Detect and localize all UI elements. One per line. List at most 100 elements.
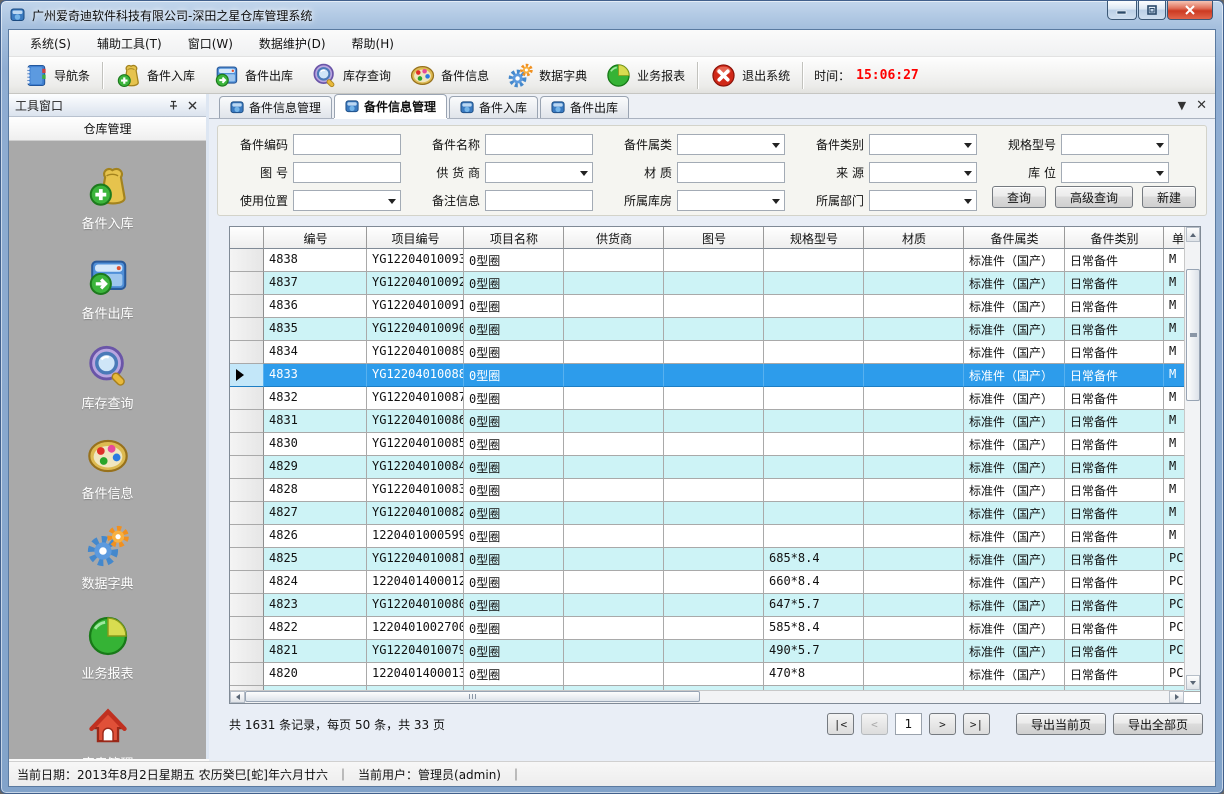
menu-item[interactable]: 窗口(W) — [175, 31, 246, 56]
row-selector-cell[interactable] — [230, 387, 264, 410]
table-cell[interactable]: 0型圈 — [464, 571, 564, 594]
table-cell[interactable]: 0型圈 — [464, 387, 564, 410]
advanced-search-button[interactable]: 高级查询 — [1055, 186, 1133, 208]
column-header[interactable]: 备件属类 — [964, 227, 1065, 249]
tab-4[interactable]: 备件出库 — [540, 96, 629, 118]
table-cell[interactable]: 标准件（国产） — [964, 364, 1065, 387]
table-cell[interactable] — [564, 663, 664, 686]
filter-select-3-4[interactable] — [869, 190, 977, 211]
table-cell[interactable]: 标准件（国产） — [964, 249, 1065, 272]
table-cell[interactable]: YG12204010087 — [367, 387, 464, 410]
table-cell[interactable]: 4830 — [264, 433, 367, 456]
table-cell[interactable] — [564, 410, 664, 433]
table-cell[interactable]: 标准件（国产） — [964, 663, 1065, 686]
table-cell[interactable] — [564, 364, 664, 387]
table-cell[interactable]: 日常备件 — [1065, 571, 1164, 594]
table-cell[interactable] — [664, 249, 764, 272]
table-cell[interactable]: 0型圈 — [464, 663, 564, 686]
filter-select-2-5[interactable] — [1061, 162, 1169, 183]
table-cell[interactable]: 1220401400012 — [367, 571, 464, 594]
minimize-button[interactable] — [1107, 1, 1137, 20]
table-cell[interactable] — [664, 479, 764, 502]
filter-input-1-2[interactable] — [485, 134, 593, 155]
table-cell[interactable]: 4834 — [264, 341, 367, 364]
table-cell[interactable] — [664, 502, 764, 525]
table-cell[interactable]: 470*8 — [764, 663, 864, 686]
table-cell[interactable]: 日常备件 — [1065, 663, 1164, 686]
table-cell[interactable]: 4827 — [264, 502, 367, 525]
table-cell[interactable]: 标准件（国产） — [964, 456, 1065, 479]
row-selector-cell[interactable] — [230, 548, 264, 571]
table-cell[interactable] — [864, 594, 964, 617]
sidebar-item-pie-chart[interactable]: 业务报表 — [9, 613, 206, 682]
table-cell[interactable]: 585*8.4 — [764, 617, 864, 640]
table-cell[interactable] — [664, 640, 764, 663]
table-cell[interactable] — [764, 479, 864, 502]
table-cell[interactable]: YG12204010083 — [367, 479, 464, 502]
search-button[interactable]: 查询 — [992, 186, 1046, 208]
filter-input-1-1[interactable] — [293, 134, 401, 155]
table-cell[interactable] — [564, 502, 664, 525]
table-cell[interactable] — [764, 364, 864, 387]
export-current-page-button[interactable]: 导出当前页 — [1016, 713, 1106, 735]
table-cell[interactable] — [564, 548, 664, 571]
sidebar-item-palette[interactable]: 备件信息 — [9, 433, 206, 502]
table-cell[interactable]: 日常备件 — [1065, 341, 1164, 364]
table-cell[interactable] — [664, 571, 764, 594]
table-cell[interactable] — [664, 663, 764, 686]
table-cell[interactable]: YG12204010079 — [367, 640, 464, 663]
table-cell[interactable] — [664, 594, 764, 617]
table-cell[interactable]: 4826 — [264, 525, 367, 548]
filter-select-2-2[interactable] — [485, 162, 593, 183]
table-cell[interactable]: 标准件（国产） — [964, 548, 1065, 571]
sidebar-section-header[interactable]: 仓库管理 — [9, 117, 206, 141]
row-selector-cell[interactable] — [230, 571, 264, 594]
table-cell[interactable]: 1220401000599 — [367, 525, 464, 548]
table-cell[interactable]: YG12204010092 — [367, 272, 464, 295]
filter-select-1-4[interactable] — [869, 134, 977, 155]
table-cell[interactable]: YG12204010091 — [367, 295, 464, 318]
table-cell[interactable] — [864, 410, 964, 433]
table-cell[interactable]: 4829 — [264, 456, 367, 479]
table-cell[interactable]: YG12204010086 — [367, 410, 464, 433]
table-cell[interactable] — [664, 341, 764, 364]
table-cell[interactable]: 4822 — [264, 617, 367, 640]
last-page-button[interactable]: >| — [963, 713, 990, 735]
table-row[interactable]: 4832YG122040100870型圈标准件（国产）日常备件M — [230, 387, 1201, 410]
menu-item[interactable]: 数据维护(D) — [246, 31, 339, 56]
table-row[interactable]: 4831YG122040100860型圈标准件（国产）日常备件M — [230, 410, 1201, 433]
scroll-up-icon[interactable] — [1186, 227, 1200, 242]
table-cell[interactable] — [864, 571, 964, 594]
table-cell[interactable]: 标准件（国产） — [964, 410, 1065, 433]
table-cell[interactable]: 日常备件 — [1065, 318, 1164, 341]
table-cell[interactable]: 标准件（国产） — [964, 525, 1065, 548]
table-cell[interactable] — [864, 249, 964, 272]
table-cell[interactable] — [764, 318, 864, 341]
table-cell[interactable]: 0型圈 — [464, 272, 564, 295]
filter-select-3-1[interactable] — [293, 190, 401, 211]
table-cell[interactable]: YG12204010088 — [367, 364, 464, 387]
row-selector-cell[interactable] — [230, 525, 264, 548]
table-cell[interactable]: 0型圈 — [464, 410, 564, 433]
table-cell[interactable]: 4823 — [264, 594, 367, 617]
filter-input-2-1[interactable] — [293, 162, 401, 183]
table-row[interactable]: 482612204010005990型圈标准件（国产）日常备件M — [230, 525, 1201, 548]
table-cell[interactable]: 0型圈 — [464, 364, 564, 387]
table-cell[interactable]: 日常备件 — [1065, 410, 1164, 433]
table-cell[interactable] — [664, 318, 764, 341]
table-cell[interactable]: 4836 — [264, 295, 367, 318]
table-cell[interactable]: 日常备件 — [1065, 433, 1164, 456]
toolbar-button-5[interactable]: 备件信息 — [400, 59, 498, 92]
toolbar-button-3[interactable]: 备件出库 — [204, 59, 302, 92]
table-cell[interactable]: YG12204010082 — [367, 502, 464, 525]
table-cell[interactable] — [764, 525, 864, 548]
table-cell[interactable] — [564, 479, 664, 502]
column-header[interactable]: 材质 — [864, 227, 964, 249]
table-cell[interactable]: 标准件（国产） — [964, 295, 1065, 318]
table-cell[interactable] — [764, 410, 864, 433]
prev-page-button[interactable]: < — [861, 713, 888, 735]
table-cell[interactable]: 0型圈 — [464, 617, 564, 640]
row-selector-cell[interactable] — [230, 249, 264, 272]
table-cell[interactable]: YG12204010089 — [367, 341, 464, 364]
table-cell[interactable] — [564, 272, 664, 295]
